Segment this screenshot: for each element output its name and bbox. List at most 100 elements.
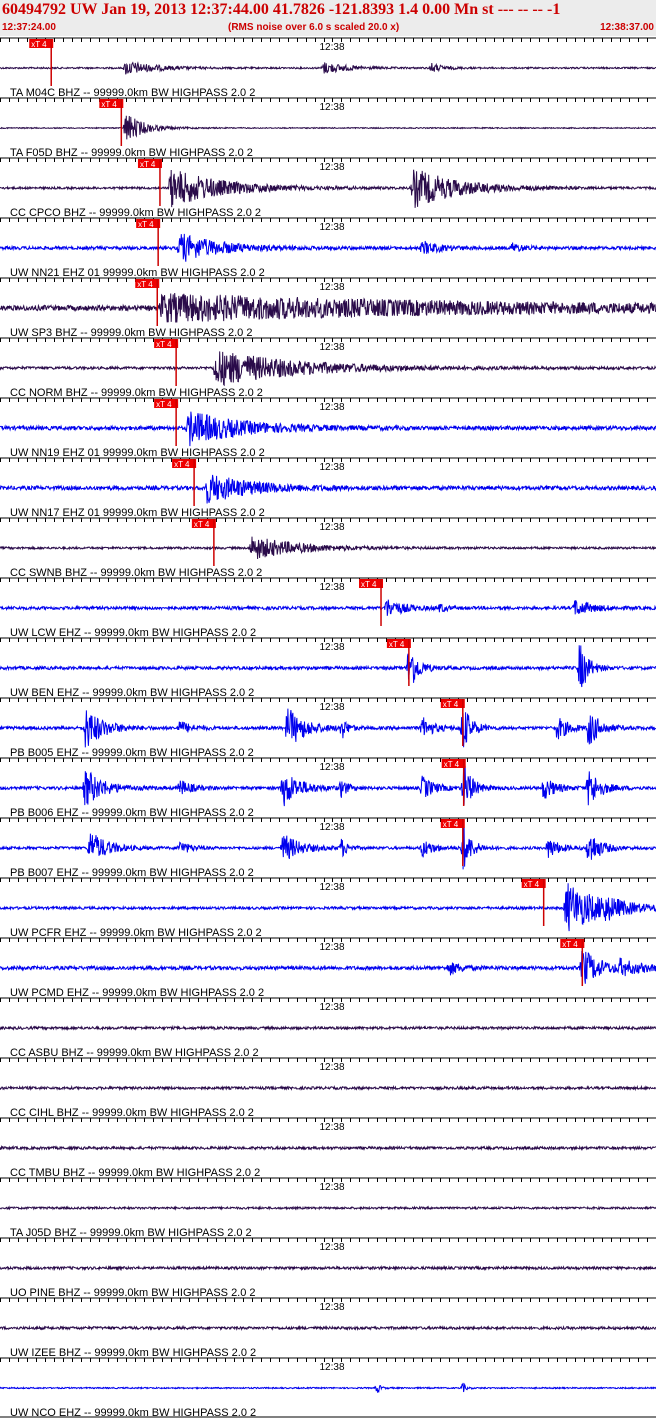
- trace-row: 12:38 UW IZEE BHZ -- 99999.0km BW HIGHPAS…: [0, 1297, 656, 1359]
- waveform: [0, 115, 656, 140]
- station-label: UW NN17 EHZ 01 99999.0km BW HIGHPASS 2.0…: [10, 507, 265, 519]
- minute-label: 12:38: [320, 1122, 345, 1133]
- trace-row: 12:38 xT 4 UW SP3 BHZ -- 99999.0km BW HIGH…: [0, 277, 656, 339]
- minute-label: 12:38: [320, 402, 345, 413]
- station-label: UW NCO EHZ -- 99999.0km BW HIGHPASS 2.0 …: [10, 1407, 256, 1418]
- trace-row: 12:38 xT 4 UW LCW EHZ -- 99999.0km BW HIGH…: [0, 577, 656, 639]
- pick-label: xT 4: [101, 100, 117, 109]
- station-label: CC TMBU BHZ -- 99999.0km BW HIGHPASS 2.0…: [10, 1167, 260, 1179]
- trace-row: 12:38 xT 4 CC NORM BHZ -- 99999.0km BW HIG…: [0, 337, 656, 399]
- pick-label: xT 4: [389, 640, 405, 649]
- trace-row: 12:38 xT 4 UW NN17 EHZ 01 99999.0km BW HIG…: [0, 457, 656, 519]
- trace-row: 12:38 UO PINE BHZ -- 99999.0km BW HIGHPAS…: [0, 1237, 656, 1299]
- station-label: UW PCMD EHZ -- 99999.0km BW HIGHPASS 2.0…: [10, 987, 264, 999]
- station-label: TA J05D BHZ -- 99999.0km BW HIGHPASS 2.0…: [10, 1227, 252, 1239]
- waveform: [0, 169, 656, 208]
- station-label: UW LCW EHZ -- 99999.0km BW HIGHPASS 2.0 …: [10, 627, 256, 639]
- minute-label: 12:38: [320, 282, 345, 293]
- waveform: [0, 827, 656, 870]
- minute-label: 12:38: [320, 582, 345, 593]
- minute-label: 12:38: [320, 42, 345, 53]
- trace-row: 12:38 xT 4 PB B007 EHZ -- 99999.0km BW HIG…: [0, 817, 656, 879]
- pick-label: xT 4: [140, 160, 156, 169]
- pick-label: xT 4: [562, 940, 578, 949]
- minute-label: 12:38: [320, 882, 345, 893]
- trace-row: 12:38 xT 4 UW PCFR EHZ -- 99999.0km BW HIG…: [0, 877, 656, 939]
- waveform: [0, 1024, 656, 1032]
- trace-row: 12:38 xT 4 UW PCMD EHZ -- 99999.0km BW HIG…: [0, 937, 656, 999]
- station-label: CC SWNB BHZ -- 99999.0km BW HIGHPASS 2.0…: [10, 567, 262, 579]
- minute-label: 12:38: [320, 762, 345, 773]
- minute-label: 12:38: [320, 1062, 345, 1073]
- minute-label: 12:38: [320, 1182, 345, 1193]
- waveform: [0, 292, 656, 323]
- minute-label: 12:38: [320, 342, 345, 353]
- pick-label: xT 4: [194, 520, 210, 529]
- trace-row: 12:38 xT 4 UW BEN EHZ -- 99999.0km BW HIGH…: [0, 637, 656, 699]
- seismogram-plot: 12:38xT 4TA M04C BHZ -- 99999.0km BW HIG…: [0, 37, 656, 1418]
- station-label: CC CPCO BHZ -- 99999.0km BW HIGHPASS 2.0…: [10, 207, 261, 219]
- pick-label: xT 4: [156, 400, 172, 409]
- trace-row: 12:38 UW NCO EHZ -- 99999.0km BW HIGHPASS…: [0, 1357, 656, 1418]
- station-label: CC NORM BHZ -- 99999.0km BW HIGHPASS 2.0…: [10, 387, 263, 399]
- waveform: [0, 411, 656, 447]
- waveform: [0, 233, 656, 262]
- waveform: [0, 61, 656, 75]
- waveform: [0, 536, 656, 560]
- station-label: PB B005 EHZ -- 99999.0km BW HIGHPASS 2.0…: [10, 747, 254, 759]
- waveform: [0, 1144, 656, 1152]
- waveform: [0, 1324, 656, 1332]
- trace-row: 12:38 xT 4 TA M04C BHZ -- 99999.0km BW HIG…: [0, 37, 656, 99]
- end-time: 12:38:37.00: [600, 22, 654, 33]
- pick-label: xT 4: [444, 760, 460, 769]
- station-label: UW NN21 EHZ 01 99999.0km BW HIGHPASS 2.0…: [10, 267, 265, 279]
- pick-label: xT 4: [31, 40, 47, 49]
- pick-label: xT 4: [443, 820, 459, 829]
- trace-row: 12:38 xT 4 UW NN21 EHZ 01 99999.0km BW HIG…: [0, 217, 656, 279]
- minute-label: 12:38: [320, 702, 345, 713]
- trace-row: 12:38 xT 4 PB B006 EHZ -- 99999.0km BW HIG…: [0, 757, 656, 819]
- station-label: UW NN19 EHZ 01 99999.0km BW HIGHPASS 2.0…: [10, 447, 265, 459]
- minute-label: 12:38: [320, 462, 345, 473]
- pick-label: xT 4: [443, 700, 459, 709]
- station-label: UW IZEE BHZ -- 99999.0km BW HIGHPASS 2.0…: [10, 1347, 256, 1359]
- station-label: CC CIHL BHZ -- 99999.0km BW HIGHPASS 2.0…: [10, 1107, 254, 1119]
- pick-label: xT 4: [361, 580, 377, 589]
- pick-label: xT 4: [174, 460, 190, 469]
- header-bar: 60494792 UW Jan 19, 2013 12:37:44.00 41.…: [0, 0, 656, 36]
- minute-label: 12:38: [320, 1002, 345, 1013]
- minute-label: 12:38: [320, 522, 345, 533]
- waveform: [0, 708, 656, 748]
- trace-row: 12:38 xT 4 UW NN19 EHZ 01 99999.0km BW HIG…: [0, 397, 656, 459]
- station-label: PB B007 EHZ -- 99999.0km BW HIGHPASS 2.0…: [10, 867, 254, 879]
- station-label: TA F05D BHZ -- 99999.0km BW HIGHPASS 2.0…: [10, 147, 253, 159]
- station-label: UW PCFR EHZ -- 99999.0km BW HIGHPASS 2.0…: [10, 927, 262, 939]
- trace-row: 12:38 TA J05D BHZ -- 99999.0km BW HIGHPAS…: [0, 1177, 656, 1239]
- pick-label: xT 4: [156, 340, 172, 349]
- noise-note: (RMS noise over 6.0 s scaled 20.0 x): [228, 22, 400, 33]
- waveform: [0, 1205, 656, 1211]
- minute-label: 12:38: [320, 942, 345, 953]
- waveform: [0, 351, 656, 387]
- station-label: CC ASBU BHZ -- 99999.0km BW HIGHPASS 2.0…: [10, 1047, 259, 1059]
- minute-label: 12:38: [320, 1242, 345, 1253]
- minute-label: 12:38: [320, 162, 345, 173]
- waveform: [0, 474, 656, 504]
- station-label: TA M04C BHZ -- 99999.0km BW HIGHPASS 2.0…: [10, 87, 255, 99]
- trace-row: 12:38 xT 4 CC CPCO BHZ -- 99999.0km BW HIG…: [0, 157, 656, 219]
- waveform: [0, 1084, 656, 1092]
- minute-label: 12:38: [320, 1362, 345, 1373]
- station-label: UO PINE BHZ -- 99999.0km BW HIGHPASS 2.0…: [10, 1287, 256, 1299]
- minute-label: 12:38: [320, 642, 345, 653]
- start-time: 12:37:24.00: [2, 22, 56, 33]
- trace-row: 12:38 CC ASBU BHZ -- 99999.0km BW HIGHPAS…: [0, 997, 656, 1059]
- minute-label: 12:38: [320, 1302, 345, 1313]
- waveform: [0, 599, 656, 616]
- trace-row: 12:38 CC TMBU BHZ -- 99999.0km BW HIGHPAS…: [0, 1117, 656, 1179]
- minute-label: 12:38: [320, 102, 345, 113]
- station-label: UW BEN EHZ -- 99999.0km BW HIGHPASS 2.0 …: [10, 687, 254, 699]
- pick-label: xT 4: [138, 220, 154, 229]
- waveform: [0, 1382, 656, 1393]
- pick-label: xT 4: [524, 880, 540, 889]
- trace-row: 12:38 xT 4 PB B005 EHZ -- 99999.0km BW HIG…: [0, 697, 656, 759]
